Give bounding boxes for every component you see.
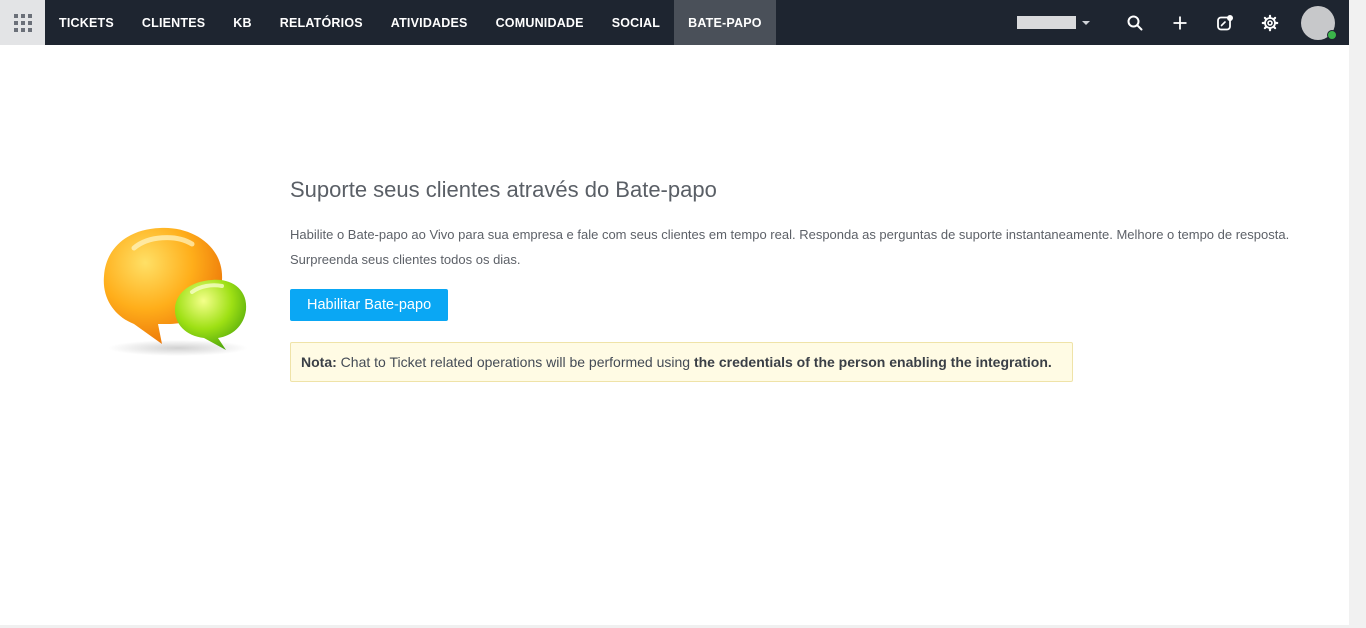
nav-tab-social[interactable]: SOCIAL xyxy=(598,0,674,45)
plus-icon[interactable] xyxy=(1169,12,1191,34)
department-dropdown[interactable] xyxy=(1017,16,1090,29)
online-status-dot xyxy=(1327,29,1337,40)
page-title: Suporte seus clientes através do Bate-pa… xyxy=(290,177,717,202)
note-bold-text: the credentials of the person enabling t… xyxy=(693,354,1052,370)
note-text: Chat to Ticket related operations will b… xyxy=(340,354,691,370)
chat-intro-panel: Suporte seus clientes através do Bate-pa… xyxy=(290,172,1300,382)
nav-tab-bate-papo[interactable]: BATE-PAPO xyxy=(674,0,776,45)
note-label: Nota: xyxy=(301,354,337,370)
top-navigation-bar: TICKETS CLIENTES KB RELATÓRIOS ATIVIDADE… xyxy=(0,0,1349,45)
enable-chat-button[interactable]: Habilitar Bate-papo xyxy=(290,289,449,321)
nav-tab-relatorios[interactable]: RELATÓRIOS xyxy=(266,0,377,45)
search-icon[interactable] xyxy=(1124,12,1146,34)
apps-menu-button[interactable] xyxy=(0,0,45,45)
apps-grid-icon xyxy=(13,13,32,32)
chat-bubbles-icon xyxy=(96,222,254,357)
nav-tab-kb[interactable]: KB xyxy=(219,0,265,45)
nav-tab-clientes[interactable]: CLIENTES xyxy=(128,0,219,45)
vertical-scrollbar[interactable] xyxy=(1349,0,1366,628)
page-description: Habilite o Bate-papo ao Vivo para sua em… xyxy=(290,227,1290,267)
department-name-redacted xyxy=(1017,16,1076,29)
main-nav: TICKETS CLIENTES KB RELATÓRIOS ATIVIDADE… xyxy=(45,0,776,45)
chevron-down-icon xyxy=(1082,20,1090,25)
note-box: Nota: Chat to Ticket related operations … xyxy=(290,342,1073,382)
nav-tab-comunidade[interactable]: COMUNIDADE xyxy=(482,0,598,45)
nav-tab-atividades[interactable]: ATIVIDADES xyxy=(377,0,482,45)
compose-icon[interactable] xyxy=(1214,12,1236,34)
nav-tab-tickets[interactable]: TICKETS xyxy=(45,0,128,45)
user-avatar-button[interactable] xyxy=(1301,5,1337,40)
gear-icon[interactable] xyxy=(1259,12,1281,34)
header-tools xyxy=(1017,0,1337,45)
